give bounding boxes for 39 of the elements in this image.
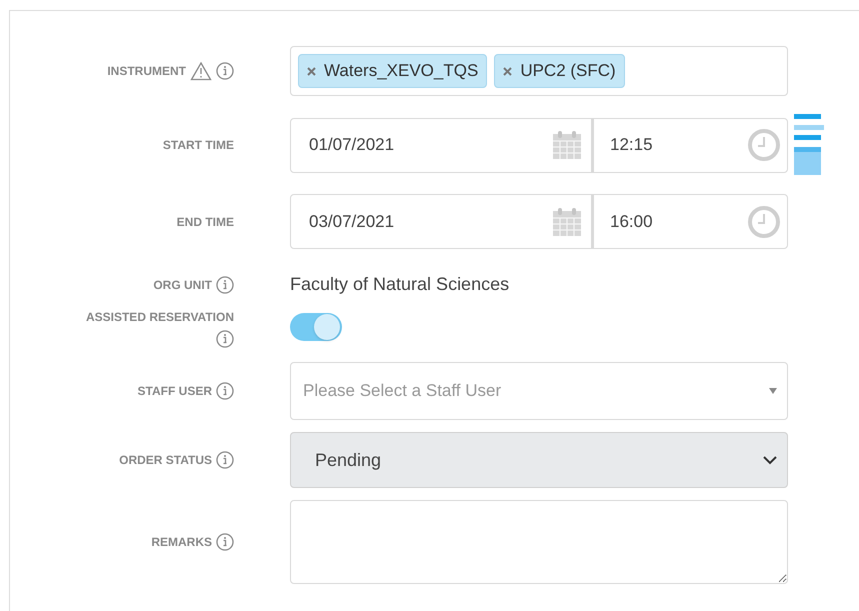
calendar-icon[interactable] bbox=[551, 129, 583, 161]
info-icon[interactable] bbox=[216, 62, 234, 80]
field-label: START TIME bbox=[162, 137, 234, 154]
info-icon[interactable] bbox=[216, 533, 234, 551]
field-label: ORG UNIT bbox=[153, 276, 212, 294]
time-value: 12:15 bbox=[610, 134, 653, 156]
dropdown-value: Pending bbox=[315, 448, 382, 472]
calendar-list-icon[interactable] bbox=[794, 114, 824, 176]
time-field[interactable]: 12:15 bbox=[592, 118, 788, 172]
instrument-field[interactable]: Waters_XEVO_TQS UPC2 (SFC) bbox=[290, 46, 788, 96]
org-unit-value: Faculty of Natural Sciences bbox=[290, 273, 510, 296]
date-field[interactable]: 03/07/2021 bbox=[290, 194, 592, 249]
select-placeholder: Please Select a Staff User bbox=[303, 380, 502, 402]
date-value: 03/07/2021 bbox=[309, 210, 394, 233]
date-field[interactable]: 01/07/2021 bbox=[290, 118, 592, 172]
info-icon[interactable] bbox=[216, 330, 234, 348]
remarks-field[interactable] bbox=[290, 500, 788, 584]
warning-icon bbox=[190, 61, 212, 81]
field-label: END TIME bbox=[176, 214, 234, 230]
instrument-tag[interactable]: UPC2 (SFC) bbox=[494, 54, 625, 88]
remove-icon[interactable] bbox=[307, 66, 316, 76]
info-icon[interactable] bbox=[216, 276, 234, 294]
instrument-tag[interactable]: Waters_XEVO_TQS bbox=[298, 54, 488, 88]
calendar-icon[interactable] bbox=[551, 206, 583, 238]
field-label: ORDER STATUS bbox=[119, 452, 212, 469]
date-value: 01/07/2021 bbox=[309, 134, 394, 156]
chevron-down-icon bbox=[763, 456, 777, 464]
tag-label: Waters_XEVO_TQS bbox=[324, 60, 478, 82]
field-label: REMARKS bbox=[151, 534, 212, 551]
dropdown-arrow-icon bbox=[769, 388, 777, 394]
toggle-switch[interactable] bbox=[290, 312, 342, 340]
info-icon[interactable] bbox=[216, 382, 234, 400]
tag-label: UPC2 (SFC) bbox=[520, 60, 616, 82]
time-field[interactable]: 16:00 bbox=[592, 194, 788, 249]
remove-icon[interactable] bbox=[503, 66, 512, 76]
field-label: INSTRUMENT bbox=[107, 63, 186, 80]
field-label: ASSISTED RESERVATION bbox=[86, 309, 234, 326]
field-label: STAFF USER bbox=[138, 383, 212, 400]
time-value: 16:00 bbox=[610, 210, 653, 233]
